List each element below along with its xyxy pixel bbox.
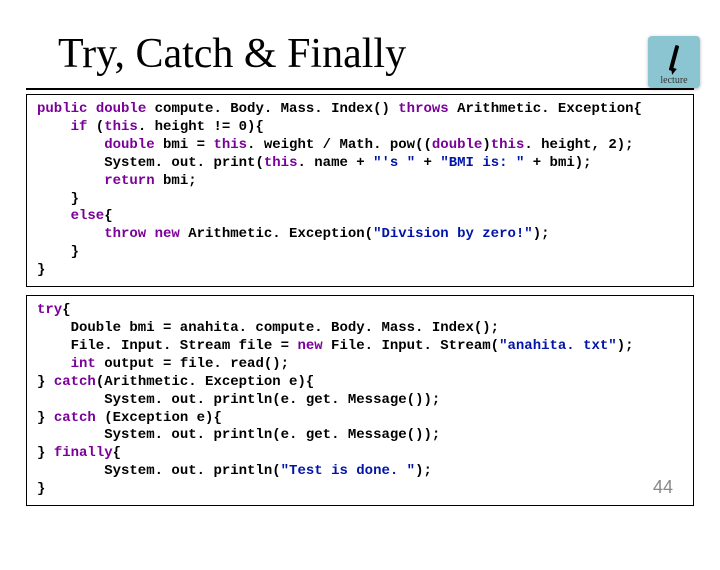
kw: catch (54, 410, 96, 426)
code: } (37, 410, 54, 426)
code: out (171, 463, 196, 479)
code: { (113, 445, 121, 461)
code: System. (104, 427, 171, 443)
code: pow (390, 137, 415, 153)
code: out (171, 155, 196, 171)
code: out (171, 427, 196, 443)
kw: return (104, 173, 154, 189)
code: ); (533, 226, 550, 242)
code: . println(e. get. Message()); (197, 392, 441, 408)
code: . println( (197, 463, 281, 479)
kw: this (491, 137, 525, 153)
slide-number: 44 (653, 476, 673, 499)
kw: new (297, 338, 322, 354)
code: ) (482, 137, 490, 153)
kw: double (104, 137, 154, 153)
code: Arithmetic. Exception{ (449, 101, 642, 117)
string: "Division by zero!" (373, 226, 533, 242)
kw: public (37, 101, 87, 117)
string: "anahita. txt" (499, 338, 617, 354)
code: . height != 0){ (138, 119, 264, 135)
code: output = file. read(); (96, 356, 289, 372)
code: . weight / Math. (247, 137, 390, 153)
logo-badge: lecture (648, 36, 700, 88)
code: ); (617, 338, 634, 354)
code: . print( (197, 155, 264, 171)
code: System. (104, 392, 171, 408)
code-block-try: try{ Double bmi = anahita. compute. Body… (26, 295, 694, 506)
code: . height, 2); (524, 137, 633, 153)
kw: double (87, 101, 146, 117)
code: (Arithmetic. Exception e){ (96, 374, 314, 390)
slide-title: Try, Catch & Finally (58, 30, 720, 78)
kw: try (37, 302, 62, 318)
code: . name + (297, 155, 373, 171)
code: Arithmetic. Exception( (180, 226, 373, 242)
code: (Exception e){ (96, 410, 222, 426)
kw: int (71, 356, 96, 372)
code-block-method: public double compute. Body. Mass. Index… (26, 94, 694, 287)
code: (( (415, 137, 432, 153)
code: } (37, 262, 45, 278)
code: ( (87, 119, 104, 135)
string: "Test is done. " (281, 463, 415, 479)
code: } (71, 244, 79, 260)
title-underline (26, 88, 694, 90)
code: System. (104, 463, 171, 479)
kw: this (213, 137, 247, 153)
code: bmi = (155, 137, 214, 153)
code: . println(e. get. Message()); (197, 427, 441, 443)
kw: throws (398, 101, 448, 117)
kw: if (71, 119, 88, 135)
kw: throw new (104, 226, 180, 242)
code: File. Input. Stream( (323, 338, 499, 354)
code: out (171, 392, 196, 408)
code: } (37, 481, 45, 497)
code: { (62, 302, 70, 318)
kw: this (104, 119, 138, 135)
code: } (37, 445, 54, 461)
code: File. Input. Stream file = (71, 338, 298, 354)
code: } (71, 191, 79, 207)
code: compute. Body. Mass. Index() (146, 101, 398, 117)
code: ); (415, 463, 432, 479)
kw: finally (54, 445, 113, 461)
string: "'s " (373, 155, 415, 171)
code: { (104, 208, 112, 224)
code: + (415, 155, 440, 171)
logo-text: lecture (660, 75, 687, 86)
kw: else (71, 208, 105, 224)
code: Double bmi = anahita. compute. Body. Mas… (71, 320, 499, 336)
code: System. (104, 155, 171, 171)
kw: double (432, 137, 482, 153)
code: } (37, 374, 54, 390)
kw: catch (54, 374, 96, 390)
code: bmi; (155, 173, 197, 189)
code: + bmi); (524, 155, 591, 171)
kw: this (264, 155, 298, 171)
string: "BMI is: " (440, 155, 524, 171)
